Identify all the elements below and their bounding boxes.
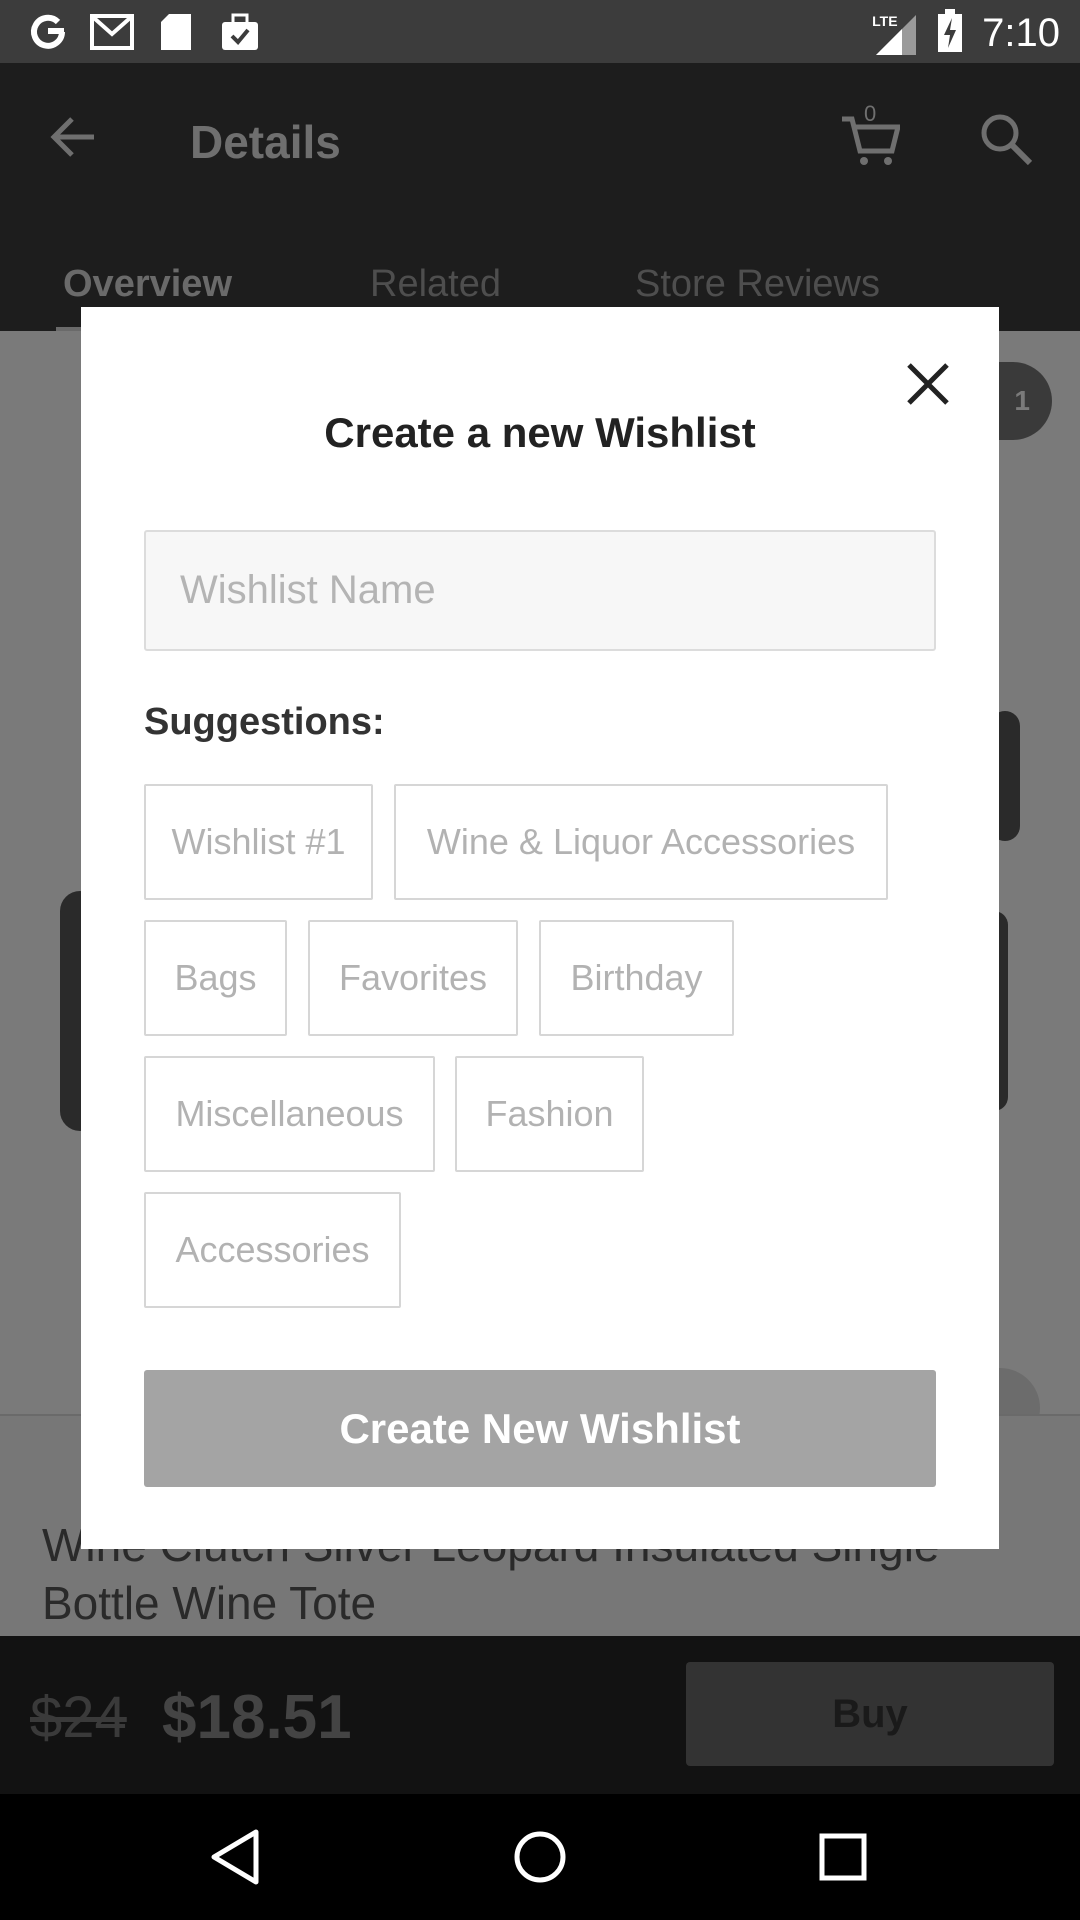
status-bar: LTE 7:10 xyxy=(0,0,1080,63)
suggestion-chip[interactable]: Bags xyxy=(144,920,287,1036)
create-wishlist-button[interactable]: Create New Wishlist xyxy=(144,1370,936,1487)
suggestion-chip[interactable]: Accessories xyxy=(144,1192,401,1308)
sale-price: $18.51 xyxy=(162,1683,352,1752)
google-icon xyxy=(26,10,70,54)
suggestions-label: Suggestions: xyxy=(144,701,385,743)
app-header: Details 0 Overview Related Store Reviews xyxy=(0,63,1080,333)
cart-count: 0 xyxy=(864,101,877,126)
dialog-title: Create a new Wishlist xyxy=(324,409,756,456)
gmail-icon xyxy=(90,10,134,54)
buy-button[interactable]: Buy xyxy=(686,1662,1054,1766)
suggestion-chip[interactable]: Fashion xyxy=(455,1056,644,1172)
sd-card-icon xyxy=(154,10,198,54)
page-title: Details xyxy=(190,116,341,168)
create-wishlist-dialog: Create a new Wishlist Suggestions: Wishl… xyxy=(81,307,999,1549)
suggestion-chip[interactable]: Birthday xyxy=(539,920,734,1036)
wishlist-name-input[interactable] xyxy=(144,530,936,651)
original-price: $24 xyxy=(30,1685,127,1750)
close-icon[interactable] xyxy=(901,357,955,411)
back-triangle-icon[interactable] xyxy=(204,1824,270,1890)
home-circle-icon[interactable] xyxy=(507,1824,573,1890)
recents-square-icon[interactable] xyxy=(810,1824,876,1890)
tab-overview[interactable]: Overview xyxy=(63,263,232,306)
search-icon[interactable] xyxy=(978,111,1034,167)
battery-charging-icon xyxy=(936,8,964,59)
suggestion-chip[interactable]: Miscellaneous xyxy=(144,1056,435,1172)
network-label: LTE xyxy=(872,12,898,29)
suggestion-chip[interactable]: Wishlist #1 xyxy=(144,784,373,900)
tab-store-reviews[interactable]: Store Reviews xyxy=(635,263,880,306)
tab-related[interactable]: Related xyxy=(370,263,501,306)
suggestion-chip[interactable]: Wine & Liquor Accessories xyxy=(394,784,888,900)
briefcase-check-icon xyxy=(218,10,262,54)
back-arrow-icon[interactable] xyxy=(48,111,100,163)
suggestion-chip[interactable]: Favorites xyxy=(308,920,518,1036)
signal-icon: LTE xyxy=(872,11,918,57)
status-time: 7:10 xyxy=(982,11,1060,55)
system-nav-bar xyxy=(0,1794,1080,1920)
purchase-bar: $24 $18.51 Buy xyxy=(0,1636,1080,1794)
